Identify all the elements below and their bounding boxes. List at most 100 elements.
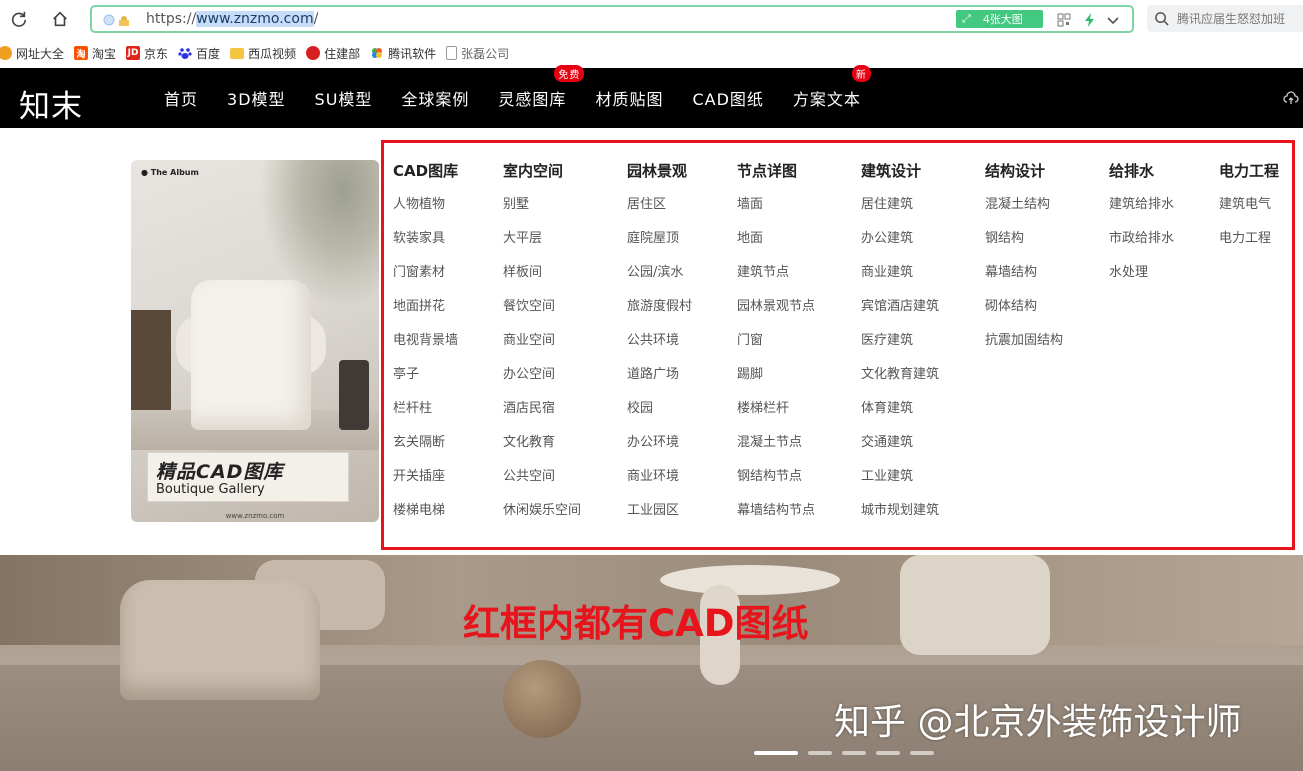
category-title[interactable]: 室内空间 (503, 160, 581, 182)
carousel-dot[interactable] (808, 751, 832, 755)
carousel-dot[interactable] (910, 751, 934, 755)
category-link[interactable]: 酒店民宿 (503, 392, 581, 426)
category-link[interactable]: 商业建筑 (861, 256, 939, 290)
category-link[interactable]: 电力工程 (1219, 222, 1279, 256)
category-link[interactable]: 别墅 (503, 188, 581, 222)
category-link[interactable]: 交通建筑 (861, 426, 939, 460)
category-title[interactable]: 建筑设计 (861, 160, 939, 182)
category-title[interactable]: CAD图库 (393, 160, 458, 182)
category-link[interactable]: 样板间 (503, 256, 581, 290)
nav-3d-models[interactable]: 3D模型 (227, 86, 286, 110)
category-title[interactable]: 给排水 (1109, 160, 1174, 182)
category-link[interactable]: 公共空间 (503, 460, 581, 494)
category-link[interactable]: 办公建筑 (861, 222, 939, 256)
category-link[interactable]: 医疗建筑 (861, 324, 939, 358)
category-link[interactable]: 体育建筑 (861, 392, 939, 426)
category-link[interactable]: 宾馆酒店建筑 (861, 290, 939, 324)
category-link[interactable]: 抗震加固结构 (985, 324, 1063, 358)
category-link[interactable]: 楼梯栏杆 (737, 392, 815, 426)
category-link[interactable]: 混凝土节点 (737, 426, 815, 460)
carousel-dot[interactable] (842, 751, 866, 755)
lightning-icon[interactable] (1082, 12, 1098, 28)
category-link[interactable]: 市政给排水 (1109, 222, 1174, 256)
category-link[interactable]: 庭院屋顶 (627, 222, 692, 256)
category-link[interactable]: 文化教育 (503, 426, 581, 460)
category-link[interactable]: 人物植物 (393, 188, 458, 222)
category-link[interactable]: 居住建筑 (861, 188, 939, 222)
category-link[interactable]: 墙面 (737, 188, 815, 222)
category-link[interactable]: 文化教育建筑 (861, 358, 939, 392)
nav-inspiration[interactable]: 灵感图库 免费 (498, 65, 585, 110)
bookmark-item[interactable]: 西瓜视频 (230, 45, 296, 62)
carousel-dot[interactable] (754, 751, 798, 755)
category-link[interactable]: 踢脚 (737, 358, 815, 392)
hero-banner[interactable]: 红框内都有CAD图纸 知乎 @北京外装饰设计师 (0, 555, 1303, 771)
album-promo-image[interactable]: ● The Album 精品CAD图库 Boutique Gallery www… (131, 160, 379, 522)
category-link[interactable]: 公共环境 (627, 324, 692, 358)
address-bar[interactable]: https://www.znzmo.com/ ⤢ 4张大图 (90, 5, 1134, 33)
category-link[interactable]: 地面拼花 (393, 290, 458, 324)
category-link[interactable]: 道路广场 (627, 358, 692, 392)
nav-su-models[interactable]: SU模型 (315, 86, 373, 110)
category-title[interactable]: 结构设计 (985, 160, 1063, 182)
category-link[interactable]: 园林景观节点 (737, 290, 815, 324)
category-link[interactable]: 商业空间 (503, 324, 581, 358)
category-link[interactable]: 大平层 (503, 222, 581, 256)
category-link[interactable]: 工业园区 (627, 494, 692, 528)
reload-icon[interactable] (8, 8, 30, 30)
site-logo[interactable]: 知末 (19, 81, 83, 126)
category-link[interactable]: 幕墙结构节点 (737, 494, 815, 528)
category-link[interactable]: 幕墙结构 (985, 256, 1063, 290)
cloud-upload-icon[interactable] (1283, 90, 1299, 106)
category-link[interactable]: 公园/滨水 (627, 256, 692, 290)
category-link[interactable]: 休闲娱乐空间 (503, 494, 581, 528)
category-link[interactable]: 砌体结构 (985, 290, 1063, 324)
category-link[interactable]: 钢结构 (985, 222, 1063, 256)
category-link[interactable]: 开关插座 (393, 460, 458, 494)
nav-home[interactable]: 首页 (164, 86, 198, 110)
category-link[interactable]: 居住区 (627, 188, 692, 222)
category-link[interactable]: 商业环境 (627, 460, 692, 494)
bookmark-item[interactable]: 住建部 (306, 45, 360, 62)
category-link[interactable]: 办公空间 (503, 358, 581, 392)
category-link[interactable]: 办公环境 (627, 426, 692, 460)
category-link[interactable]: 城市规划建筑 (861, 494, 939, 528)
bookmark-item[interactable]: 淘 淘宝 (74, 45, 116, 62)
bookmark-item[interactable]: 张磊公司 (446, 45, 509, 62)
category-title[interactable]: 园林景观 (627, 160, 692, 182)
category-link[interactable]: 钢结构节点 (737, 460, 815, 494)
carousel-dot[interactable] (876, 751, 900, 755)
category-link[interactable]: 门窗 (737, 324, 815, 358)
bookmark-item[interactable]: 百度 (178, 45, 220, 62)
nav-proposals[interactable]: 方案文本 新 (793, 65, 871, 110)
bookmark-item[interactable]: 网址大全 (0, 45, 64, 62)
chevron-down-icon[interactable] (1105, 12, 1121, 28)
category-link[interactable]: 电视背景墙 (393, 324, 458, 358)
category-link[interactable]: 旅游度假村 (627, 290, 692, 324)
category-link[interactable]: 门窗素材 (393, 256, 458, 290)
category-link[interactable]: 建筑节点 (737, 256, 815, 290)
big-image-button[interactable]: ⤢ 4张大图 (956, 10, 1043, 28)
category-link[interactable]: 软装家具 (393, 222, 458, 256)
category-link[interactable]: 玄关隔断 (393, 426, 458, 460)
category-link[interactable]: 校园 (627, 392, 692, 426)
category-link[interactable]: 建筑电气 (1219, 188, 1279, 222)
nav-cad-drawings[interactable]: CAD图纸 (692, 86, 763, 110)
category-link[interactable]: 亭子 (393, 358, 458, 392)
home-icon[interactable] (49, 8, 71, 30)
category-link[interactable]: 栏杆柱 (393, 392, 458, 426)
bookmark-item[interactable]: JD 京东 (126, 45, 168, 62)
qr-code-icon[interactable] (1056, 12, 1072, 28)
category-link[interactable]: 楼梯电梯 (393, 494, 458, 528)
category-link[interactable]: 地面 (737, 222, 815, 256)
category-title[interactable]: 节点详图 (737, 160, 815, 182)
category-link[interactable]: 建筑给排水 (1109, 188, 1174, 222)
category-link[interactable]: 餐饮空间 (503, 290, 581, 324)
category-link[interactable]: 水处理 (1109, 256, 1174, 290)
bookmark-item[interactable]: 腾讯软件 (370, 45, 436, 62)
browser-search-input[interactable]: 腾讯应届生怒怼加班 (1147, 5, 1303, 32)
nav-materials[interactable]: 材质贴图 (595, 86, 663, 110)
category-link[interactable]: 工业建筑 (861, 460, 939, 494)
category-link[interactable]: 混凝土结构 (985, 188, 1063, 222)
category-title[interactable]: 电力工程 (1219, 160, 1279, 182)
